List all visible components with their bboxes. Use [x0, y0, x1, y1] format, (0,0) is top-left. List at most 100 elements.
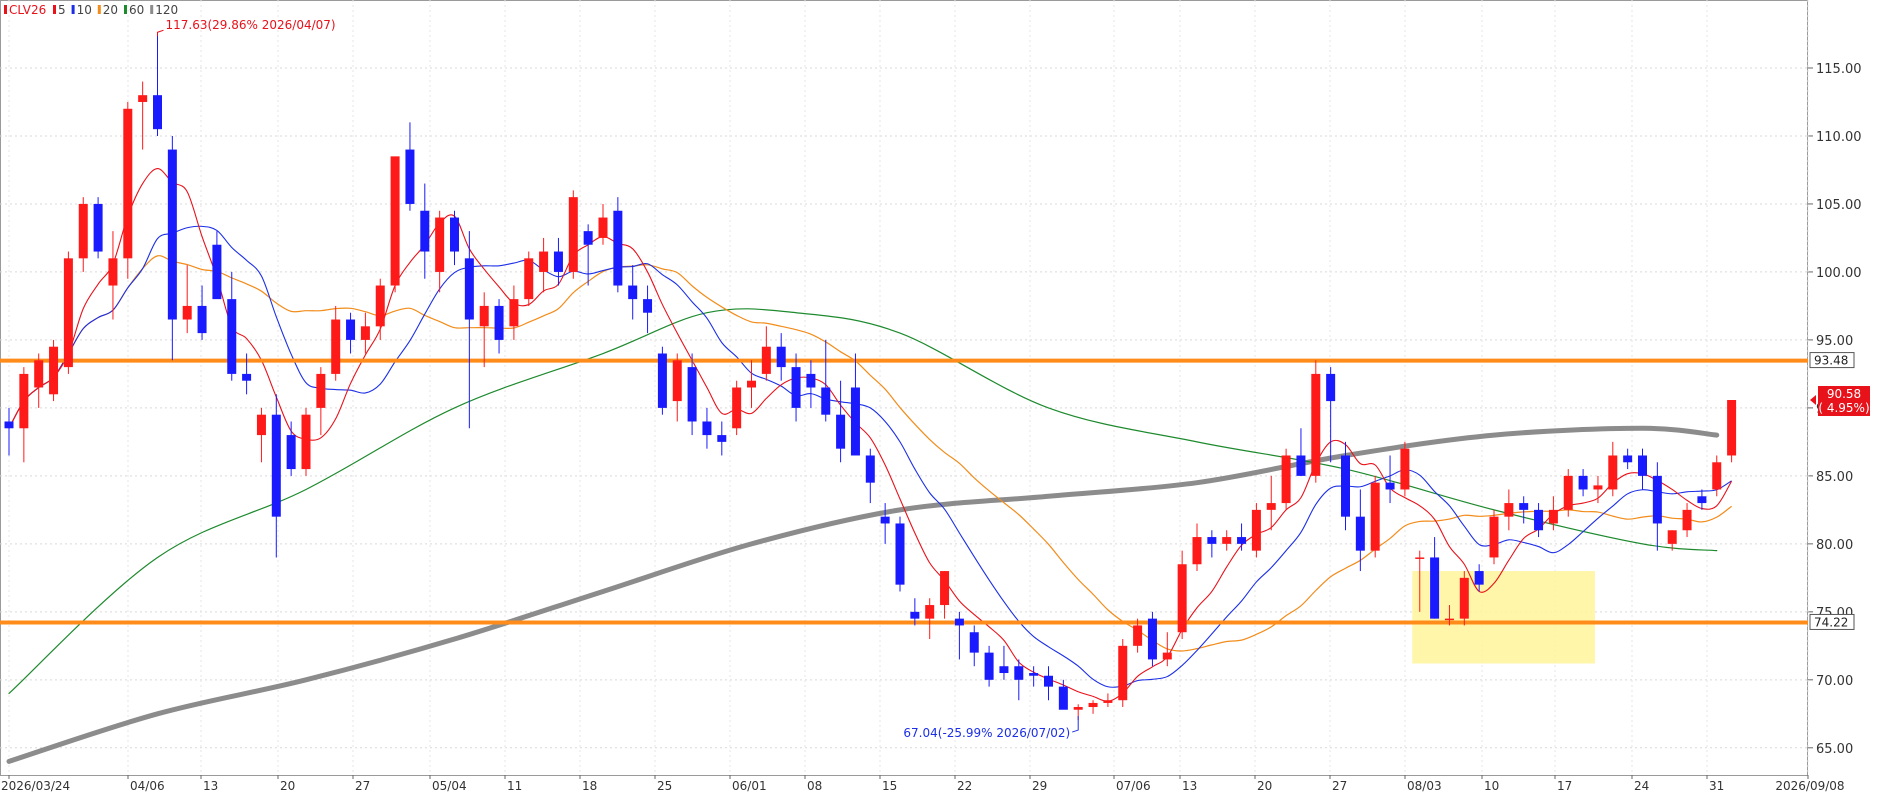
x-tick-label: 2026/03/24: [1, 779, 70, 793]
candle-body: [197, 305, 207, 334]
candle-body: [1192, 537, 1202, 565]
candle-body: [256, 414, 266, 436]
candle-body: [331, 319, 341, 374]
candle-body: [1103, 700, 1113, 703]
candle-body: [464, 258, 474, 320]
candle-body: [865, 455, 875, 483]
y-tick-label: 115.00: [1816, 62, 1862, 77]
candle-body: [1222, 537, 1232, 544]
candle-body: [375, 285, 385, 327]
candle-body: [1251, 509, 1261, 551]
x-tick-label: 10: [1484, 779, 1499, 793]
candle-body: [925, 605, 935, 619]
candle-body: [4, 421, 14, 429]
candle-body: [1311, 373, 1321, 476]
candle-body: [1400, 448, 1410, 490]
candle-body: [553, 251, 563, 272]
candle-body: [732, 387, 742, 429]
candle-body: [1608, 455, 1618, 490]
candlestick-chart: 65.0070.0075.0080.0085.0090.0095.00100.0…: [0, 0, 1870, 793]
candle-body: [346, 319, 356, 340]
legend-swatch: [4, 5, 7, 14]
candle-body: [1296, 455, 1306, 476]
candle-body: [895, 523, 905, 585]
candle-body: [1014, 666, 1024, 680]
candle-body: [479, 305, 489, 327]
candle-body: [93, 203, 103, 252]
candle-body: [568, 197, 578, 272]
candle-body: [286, 435, 296, 470]
candle-body: [984, 652, 994, 680]
candle-body: [1237, 537, 1247, 544]
candle-body: [1697, 496, 1707, 504]
x-tick-label: 04/06: [130, 779, 165, 793]
level-label: 93.48: [1814, 354, 1848, 368]
y-tick-label: 85.00: [1816, 470, 1853, 485]
candle-body: [1548, 509, 1558, 524]
candle-body: [153, 95, 162, 130]
x-tick-label: 27: [355, 779, 370, 793]
candle-body: [836, 414, 846, 449]
candle-body: [806, 373, 816, 388]
candle-body: [1652, 475, 1662, 524]
candle-body: [1623, 455, 1633, 463]
candle-body: [1638, 455, 1647, 476]
candle-body: [850, 387, 860, 456]
candle-body: [1355, 516, 1365, 551]
candle-body: [1504, 503, 1514, 517]
candle-body: [702, 421, 712, 436]
candle-body: [1415, 557, 1425, 559]
x-tick-label: 31: [1709, 779, 1724, 793]
candle-body: [776, 346, 786, 368]
x-tick-label: 06/01: [732, 779, 767, 793]
candle-body: [969, 632, 979, 653]
candle-body: [19, 373, 29, 429]
candle-body: [1489, 516, 1499, 558]
candle-body: [954, 618, 964, 626]
candle-body: [435, 217, 445, 272]
candle-body: [1578, 475, 1588, 490]
legend-swatch: [150, 5, 154, 14]
candle-body: [1682, 509, 1692, 531]
legend-swatch: [71, 5, 75, 14]
x-tick-label: 20: [280, 779, 295, 793]
y-tick-label: 80.00: [1816, 538, 1853, 553]
candle-body: [1519, 503, 1529, 510]
candle-body: [880, 516, 890, 524]
candle-body: [1474, 571, 1484, 585]
x-tick-label: 08: [807, 779, 822, 793]
candle-body: [182, 305, 192, 320]
legend-label: 120: [155, 3, 178, 17]
candle-body: [539, 251, 549, 272]
candle-body: [1281, 455, 1291, 504]
candle-body: [910, 611, 920, 619]
candle-body: [34, 360, 44, 388]
candle-body: [123, 108, 133, 259]
candle-body: [494, 305, 504, 340]
current-price-change: ( 4.95%): [1818, 401, 1869, 415]
candle-body: [761, 346, 771, 374]
highlight-box: [1412, 571, 1595, 664]
x-tick-label: 24: [1634, 779, 1649, 793]
low-annotation-label: 67.04(-25.99% 2026/07/02): [903, 726, 1070, 740]
candle-body: [687, 367, 697, 422]
candle-body: [509, 299, 519, 327]
candle-body: [1266, 503, 1276, 510]
candle-body: [1177, 564, 1187, 633]
candle-body: [450, 217, 459, 252]
candle-body: [1385, 482, 1395, 490]
x-tick-label: 25: [657, 779, 672, 793]
x-tick-label: 29: [1032, 779, 1047, 793]
x-tick-label: 13: [203, 779, 218, 793]
candle-body: [821, 387, 831, 415]
candle-body: [717, 435, 727, 442]
level-label: 74.22: [1814, 615, 1848, 629]
current-price-value: 90.58: [1827, 387, 1861, 401]
candle-body: [999, 666, 1009, 674]
x-tick-label: 2026/09/08: [1775, 779, 1844, 793]
candle-body: [1133, 625, 1143, 646]
candle-body: [1029, 673, 1039, 676]
candle-body: [1207, 537, 1217, 544]
candle-body: [1326, 373, 1336, 402]
candle-body: [1341, 455, 1350, 517]
